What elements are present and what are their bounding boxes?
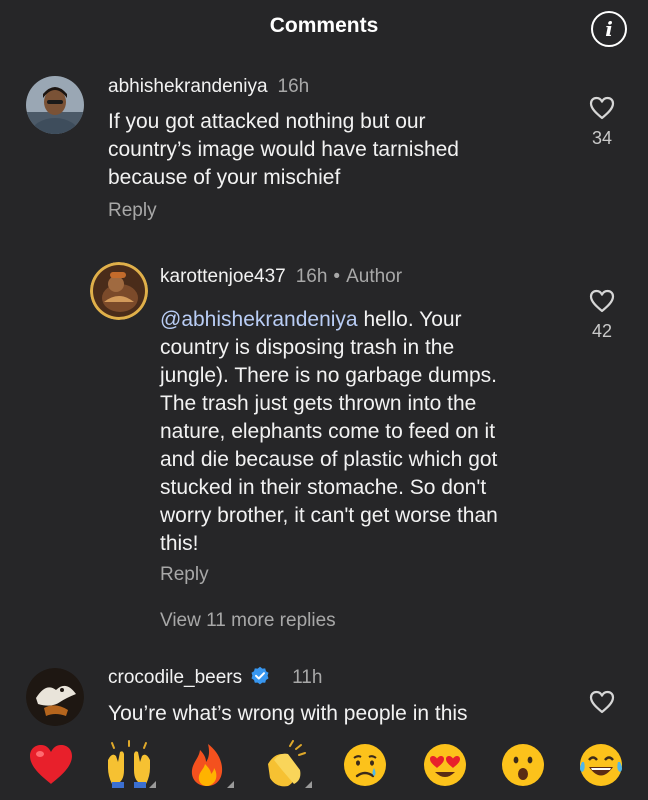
avatar[interactable]	[26, 668, 84, 726]
heart-icon[interactable]	[589, 690, 615, 714]
like-count: 34	[591, 128, 613, 148]
reply-button[interactable]: Reply	[160, 564, 209, 586]
comment-line-rest: hello. Your	[357, 308, 462, 331]
comment-line: If you got attacked nothing but our	[108, 110, 426, 133]
comment-line: country’s image would have tarnished	[108, 138, 459, 161]
username[interactable]: karottenjoe437	[160, 266, 286, 287]
comment-meta: karottenjoe437 16h • Author	[160, 266, 402, 288]
crying-face-icon[interactable]	[340, 740, 390, 790]
comment-line: worry brother, it can't get worse than	[160, 504, 498, 527]
username[interactable]: abhishekrandeniya	[108, 76, 268, 97]
comment-text: @abhishekrandeniya hello. Your country i…	[160, 306, 580, 558]
avatar[interactable]	[90, 262, 148, 320]
separator-dot: •	[333, 266, 341, 287]
fire-icon[interactable]	[182, 740, 234, 790]
comment-line: You’re what’s wrong with people in this	[108, 702, 468, 725]
comment-line: jungle). There is no garbage dumps.	[160, 364, 497, 387]
heart-icon[interactable]	[589, 289, 615, 313]
heart-eyes-face-icon[interactable]	[420, 740, 470, 790]
timestamp: 11h	[292, 667, 323, 688]
comment-line: @abhishekrandeniya hello. Your	[160, 306, 580, 334]
like-count: 42	[591, 321, 613, 341]
verified-badge-icon	[251, 666, 269, 685]
comment-line: country is disposing trash in the	[160, 336, 455, 359]
heart-icon[interactable]	[589, 96, 615, 120]
avatar[interactable]	[26, 76, 84, 134]
comment-meta: crocodile_beers 11h	[108, 666, 322, 689]
comment-line: because of your mischief	[108, 166, 341, 189]
raising-hands-icon[interactable]	[104, 740, 156, 790]
comment-line: this!	[160, 532, 199, 555]
clapping-hands-icon[interactable]	[260, 740, 312, 790]
info-icon[interactable]: i	[591, 11, 627, 47]
reply-button[interactable]: Reply	[108, 200, 157, 222]
comment-line: and die because of plastic which got	[160, 448, 498, 471]
comments-header: Comments i	[0, 0, 648, 56]
surprised-face-icon[interactable]	[498, 740, 548, 790]
like-button[interactable]: 42	[582, 289, 622, 342]
mention-link[interactable]: @abhishekrandeniya	[160, 308, 358, 331]
comment-text: If you got attacked nothing but our coun…	[108, 108, 548, 192]
comment-line: nature, elephants come to feed on it	[160, 420, 496, 443]
emoji-reaction-bar	[0, 730, 648, 800]
like-button[interactable]: 34	[582, 96, 622, 149]
username[interactable]: crocodile_beers	[108, 667, 242, 688]
red-heart-icon[interactable]	[26, 740, 76, 790]
comment-line: stucked in their stomache. So don't	[160, 476, 487, 499]
page-title: Comments	[269, 14, 379, 37]
timestamp: 16h	[277, 76, 310, 97]
like-button[interactable]	[582, 690, 622, 714]
comment-meta: abhishekrandeniya 16h	[108, 76, 309, 98]
timestamp: 16h	[295, 266, 328, 287]
view-more-replies-button[interactable]: View 11 more replies	[160, 610, 336, 632]
comment-text: You’re what’s wrong with people in this	[108, 700, 548, 728]
author-badge: Author	[346, 266, 403, 287]
comment-line: The trash just gets thrown into the	[160, 392, 477, 415]
tears-of-joy-face-icon[interactable]	[576, 740, 626, 790]
